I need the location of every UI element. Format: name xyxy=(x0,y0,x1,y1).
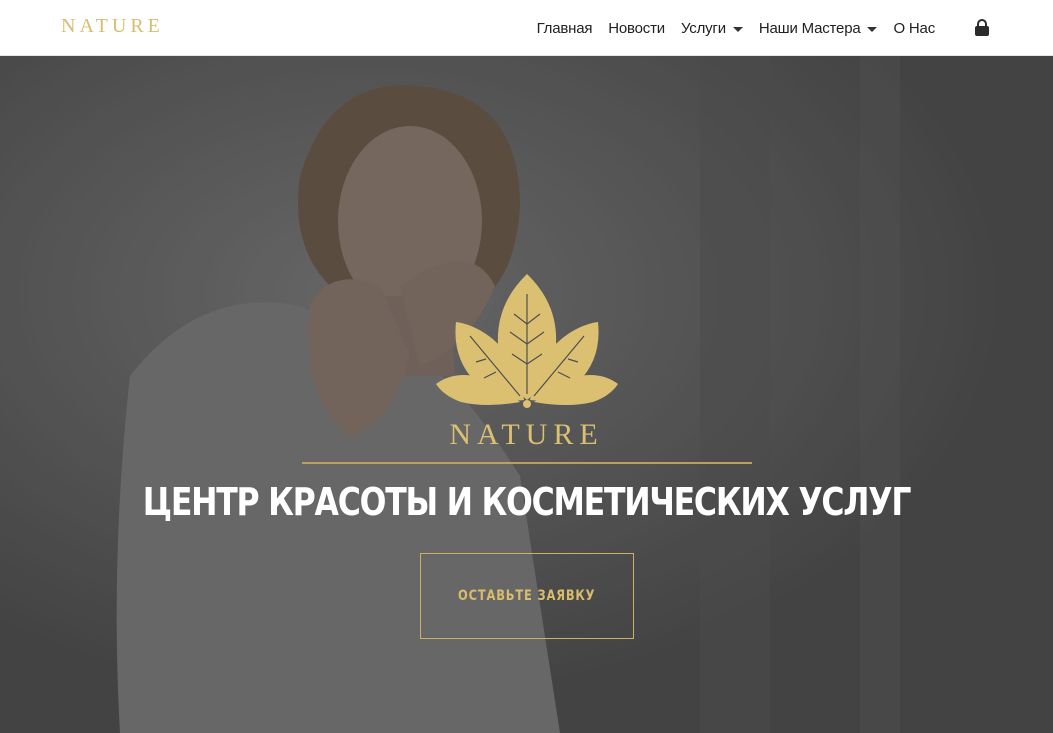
hero-section: NATURE ЦЕНТР КРАСОТЫ И КОСМЕТИЧЕСКИХ УСЛ… xyxy=(0,56,1053,733)
nav-item-about[interactable]: О Нас xyxy=(893,20,935,37)
lock-icon[interactable] xyxy=(975,19,989,37)
hero-title: ЦЕНТР КРАСОТЫ И КОСМЕТИЧЕСКИХ УСЛУГ xyxy=(142,480,912,524)
hero-logo-text: NATURE xyxy=(449,418,604,451)
hero-divider xyxy=(302,462,752,464)
nav-item-label: Новости xyxy=(608,19,665,37)
nav-item-home[interactable]: Главная xyxy=(537,20,593,37)
brand-logo[interactable]: NATURE xyxy=(61,15,164,38)
caret-down-icon xyxy=(867,26,878,32)
cta-label: ОСТАВЬТЕ ЗАЯВКУ xyxy=(458,588,596,604)
nav-item-masters-dropdown[interactable]: Наши Мастера xyxy=(759,20,878,37)
nav-item-label: Услуги xyxy=(680,19,726,37)
lotus-leaf-icon xyxy=(436,274,618,408)
nav-item-label: Главная xyxy=(536,19,593,37)
navbar: NATURE Главная Новости Услуги Наши Масте… xyxy=(0,0,1053,56)
main-nav: Главная Новости Услуги Наши Мастера О На… xyxy=(521,0,989,56)
leave-request-button[interactable]: ОСТАВЬТЕ ЗАЯВКУ xyxy=(420,553,634,639)
nav-item-services-dropdown[interactable]: Услуги xyxy=(681,20,743,37)
nav-item-label: О Нас xyxy=(893,19,935,37)
nav-item-news[interactable]: Новости xyxy=(608,20,665,37)
caret-down-icon xyxy=(732,26,743,32)
nav-item-label: Наши Мастера xyxy=(758,19,861,37)
